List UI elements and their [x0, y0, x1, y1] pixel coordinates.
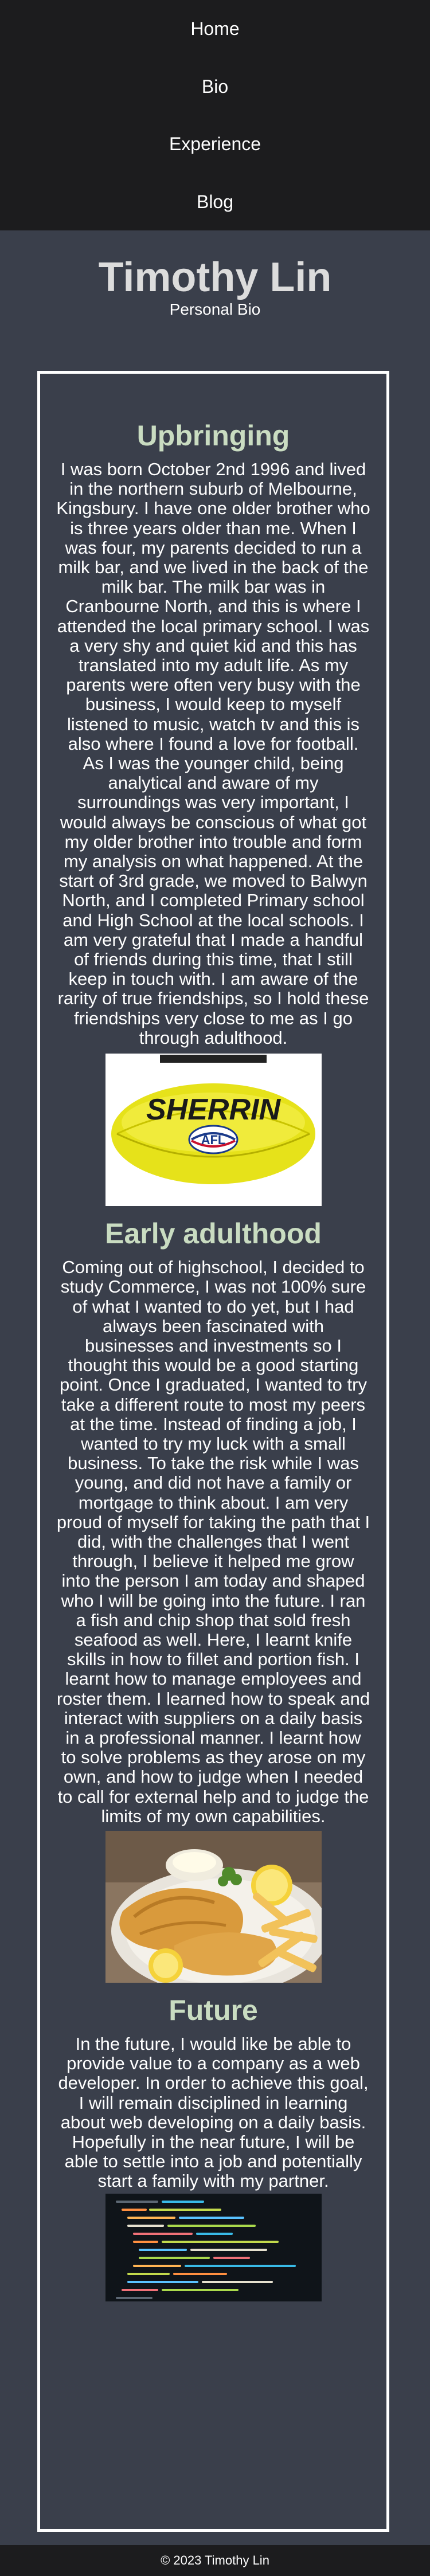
main-nav: Home Bio Experience Blog	[0, 0, 430, 230]
nav-item-bio[interactable]: Bio	[0, 58, 430, 116]
football-brand-text: SHERRIN	[146, 1093, 280, 1126]
sherrin-football-icon: SHERRIN AFL	[105, 1054, 322, 1207]
section-text-early-adulthood: Coming out of highschool, I decided to s…	[56, 1257, 370, 1826]
page-subtitle: Personal Bio	[169, 300, 261, 318]
nav-item-home[interactable]: Home	[0, 0, 430, 58]
fish-and-chips-image	[105, 1830, 322, 1983]
nav-item-experience[interactable]: Experience	[0, 115, 430, 173]
section-future: Future In the future, I would like be ab…	[40, 1983, 386, 2301]
page-footer: © 2023 Timothy Lin	[0, 2545, 430, 2576]
section-heading-early-adulthood: Early adulthood	[105, 1217, 322, 1250]
football-image: SHERRIN AFL	[105, 1054, 322, 1207]
footer-copyright: © 2023 Timothy Lin	[161, 2553, 269, 2567]
section-early-adulthood: Early adulthood Coming out of highschool…	[40, 1206, 386, 1983]
section-heading-future: Future	[169, 1994, 258, 2026]
page-header: Timothy Lin Personal Bio	[0, 230, 430, 319]
section-text-upbringing: I was born October 2nd 1996 and lived in…	[56, 459, 370, 1048]
fish-and-chips-icon	[105, 1830, 322, 1983]
code-screen-icon	[105, 2193, 322, 2301]
section-upbringing: Upbringing I was born October 2nd 1996 a…	[40, 374, 386, 1207]
section-heading-upbringing: Upbringing	[136, 420, 290, 452]
page-title: Timothy Lin	[98, 255, 332, 300]
afl-badge-text: AFL	[201, 1133, 225, 1147]
code-editor-image	[105, 2193, 322, 2301]
bio-content-box: Upbringing I was born October 2nd 1996 a…	[37, 371, 389, 2532]
section-text-future: In the future, I would like be able to p…	[58, 2033, 369, 2191]
nav-item-blog[interactable]: Blog	[0, 173, 430, 231]
